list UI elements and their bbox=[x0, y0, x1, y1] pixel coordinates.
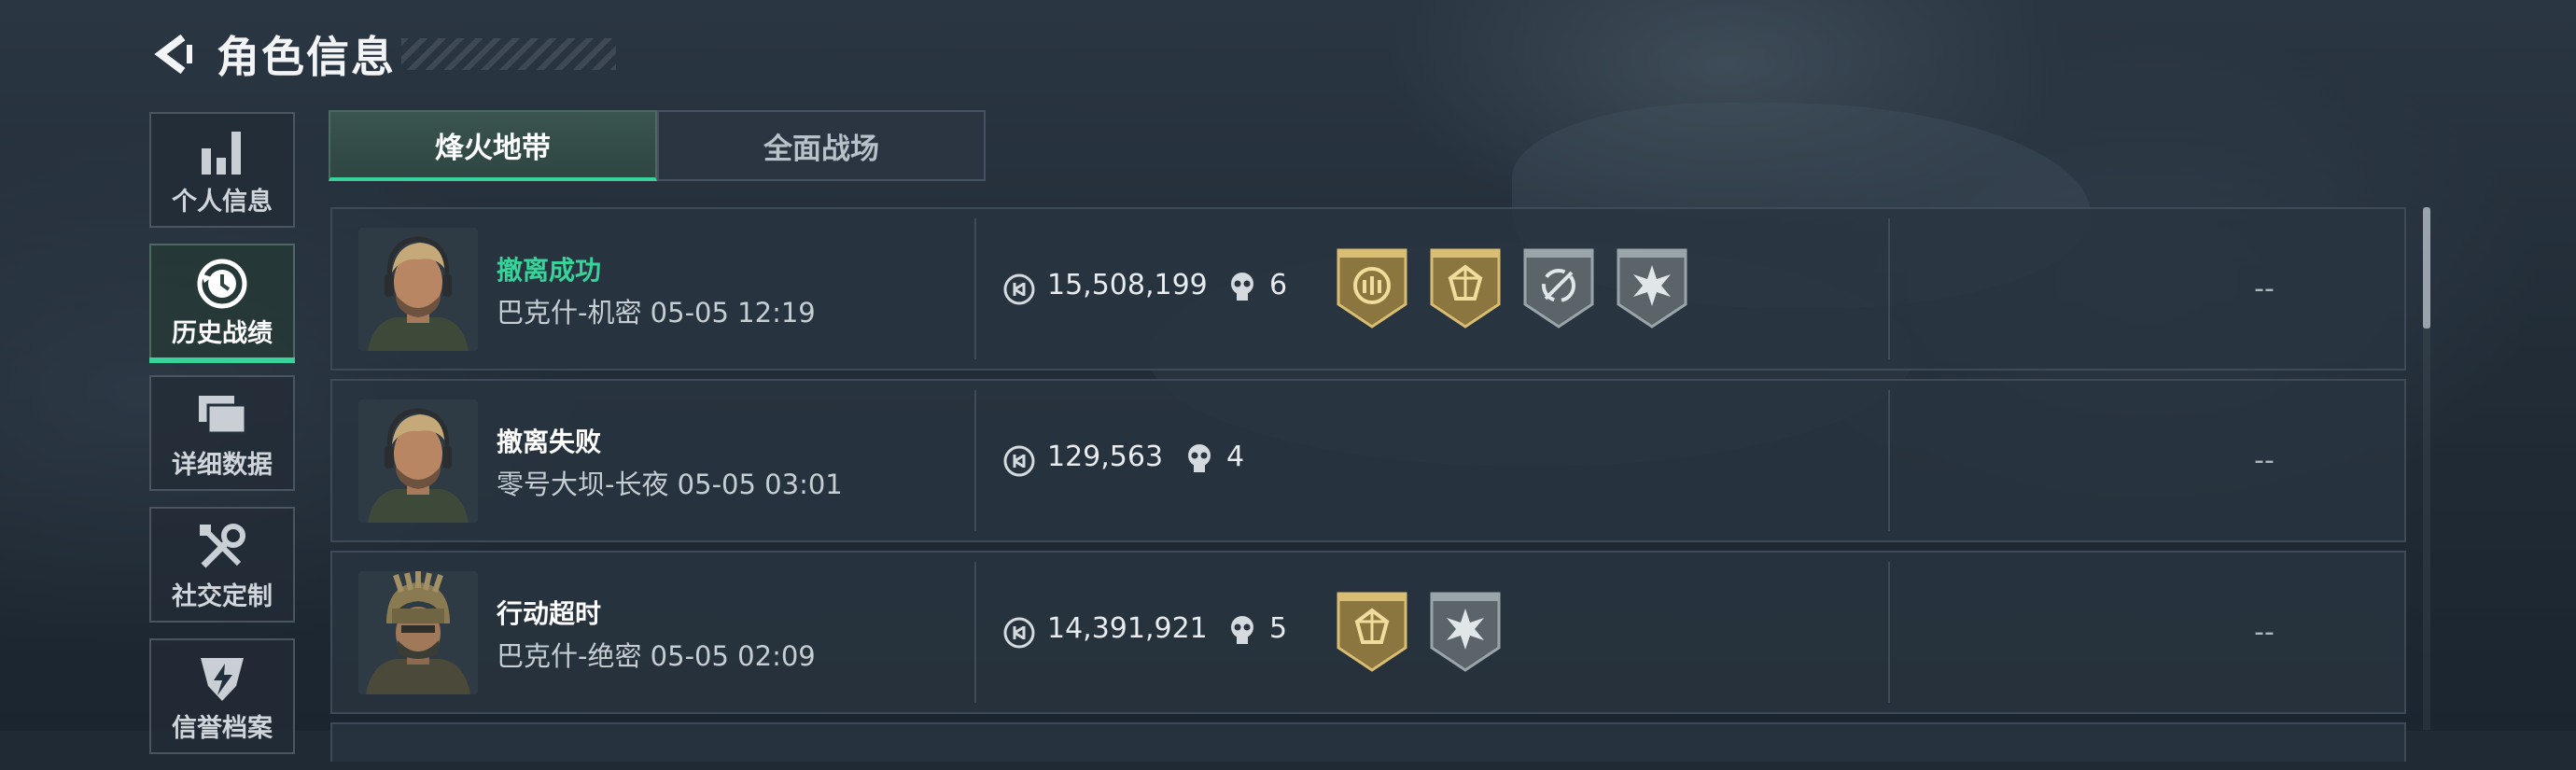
loot-value: 129,563 bbox=[1047, 441, 1164, 473]
sidebar-item-social[interactable]: 社交定制 bbox=[149, 507, 295, 623]
skull-icon bbox=[1228, 271, 1256, 308]
divider bbox=[1888, 218, 1890, 359]
side-navigation: 个人信息 历史战绩 详细数据 社交定制 信誉档案 bbox=[149, 112, 297, 770]
match-status: 撤离成功 bbox=[497, 255, 602, 286]
divider bbox=[1888, 562, 1890, 703]
stacked-cards-icon bbox=[195, 386, 249, 444]
mode-tabs: 烽火地带 全面战场 bbox=[329, 110, 986, 181]
silver-swirl-badge[interactable] bbox=[1521, 248, 1596, 329]
gold-crystal-badge[interactable] bbox=[1335, 592, 1409, 672]
badge-list bbox=[1335, 592, 1503, 672]
skull-icon bbox=[1185, 442, 1213, 480]
sidebar-item-label: 个人信息 bbox=[172, 187, 273, 217]
page-header: 角色信息 bbox=[149, 28, 616, 82]
skull-icon bbox=[1228, 614, 1256, 651]
loot-value: 14,391,921 bbox=[1047, 612, 1208, 645]
gold-emblem-badge[interactable] bbox=[1335, 248, 1409, 329]
chevron-left-icon[interactable] bbox=[149, 28, 198, 80]
match-result: -- bbox=[2254, 616, 2275, 649]
match-map-time: 巴克什-绝密 05-05 02:09 bbox=[497, 640, 816, 672]
match-record-partial[interactable] bbox=[330, 722, 2406, 762]
sidebar-item-label: 社交定制 bbox=[172, 581, 273, 611]
tab-operations[interactable]: 烽火地带 bbox=[329, 110, 657, 181]
clock-history-icon bbox=[195, 255, 249, 313]
sidebar-item-label: 信誉档案 bbox=[172, 713, 273, 743]
page-title: 角色信息 bbox=[217, 32, 396, 82]
shield-lightning-icon bbox=[197, 650, 247, 707]
bar-chart-icon bbox=[198, 123, 246, 181]
match-record[interactable]: 行动超时 巴克什-绝密 05-05 02:09 14,391,921 5 -- bbox=[330, 551, 2406, 714]
kill-count: 5 bbox=[1269, 612, 1288, 645]
operator-avatar bbox=[358, 228, 478, 351]
currency-coin-icon bbox=[1002, 273, 1036, 310]
match-status: 撤离失败 bbox=[497, 427, 602, 457]
match-status: 行动超时 bbox=[497, 598, 602, 629]
match-history-list: 撤离成功 巴克什-机密 05-05 12:19 15,508,199 6 -- … bbox=[330, 207, 2406, 762]
tools-icon bbox=[196, 518, 248, 576]
divider bbox=[974, 390, 976, 531]
match-record[interactable]: 撤离失败 零号大坝-长夜 05-05 03:01 129,563 4 -- bbox=[330, 379, 2406, 542]
sidebar-item-label: 详细数据 bbox=[172, 450, 273, 480]
match-result: -- bbox=[2254, 273, 2275, 305]
gold-crystal-badge[interactable] bbox=[1428, 248, 1503, 329]
divider bbox=[1888, 390, 1890, 531]
currency-coin-icon bbox=[1002, 444, 1036, 482]
match-record[interactable]: 撤离成功 巴克什-机密 05-05 12:19 15,508,199 6 -- bbox=[330, 207, 2406, 371]
sidebar-item-reputation[interactable]: 信誉档案 bbox=[149, 638, 295, 754]
match-map-time: 零号大坝-长夜 05-05 03:01 bbox=[497, 469, 843, 500]
operator-avatar bbox=[358, 571, 478, 694]
silver-burst-badge[interactable] bbox=[1615, 248, 1689, 329]
kill-count: 6 bbox=[1269, 269, 1288, 301]
title-decoration bbox=[401, 38, 616, 70]
divider bbox=[974, 218, 976, 359]
loot-value: 15,508,199 bbox=[1047, 269, 1208, 301]
match-map-time: 巴克什-机密 05-05 12:19 bbox=[497, 297, 816, 329]
sidebar-item-details[interactable]: 详细数据 bbox=[149, 375, 295, 491]
silver-burst-badge[interactable] bbox=[1428, 592, 1503, 672]
scrollbar-thumb[interactable] bbox=[2423, 207, 2430, 329]
currency-coin-icon bbox=[1002, 616, 1036, 653]
operator-avatar bbox=[358, 399, 478, 523]
sidebar-item-label: 历史战绩 bbox=[172, 318, 273, 348]
sidebar-item-history[interactable]: 历史战绩 bbox=[149, 244, 295, 363]
sidebar-item-profile[interactable]: 个人信息 bbox=[149, 112, 295, 228]
match-result: -- bbox=[2254, 444, 2275, 477]
divider bbox=[974, 562, 976, 703]
kill-count: 4 bbox=[1226, 441, 1245, 473]
badge-list bbox=[1335, 248, 1689, 329]
tab-warfare[interactable]: 全面战场 bbox=[657, 110, 986, 181]
